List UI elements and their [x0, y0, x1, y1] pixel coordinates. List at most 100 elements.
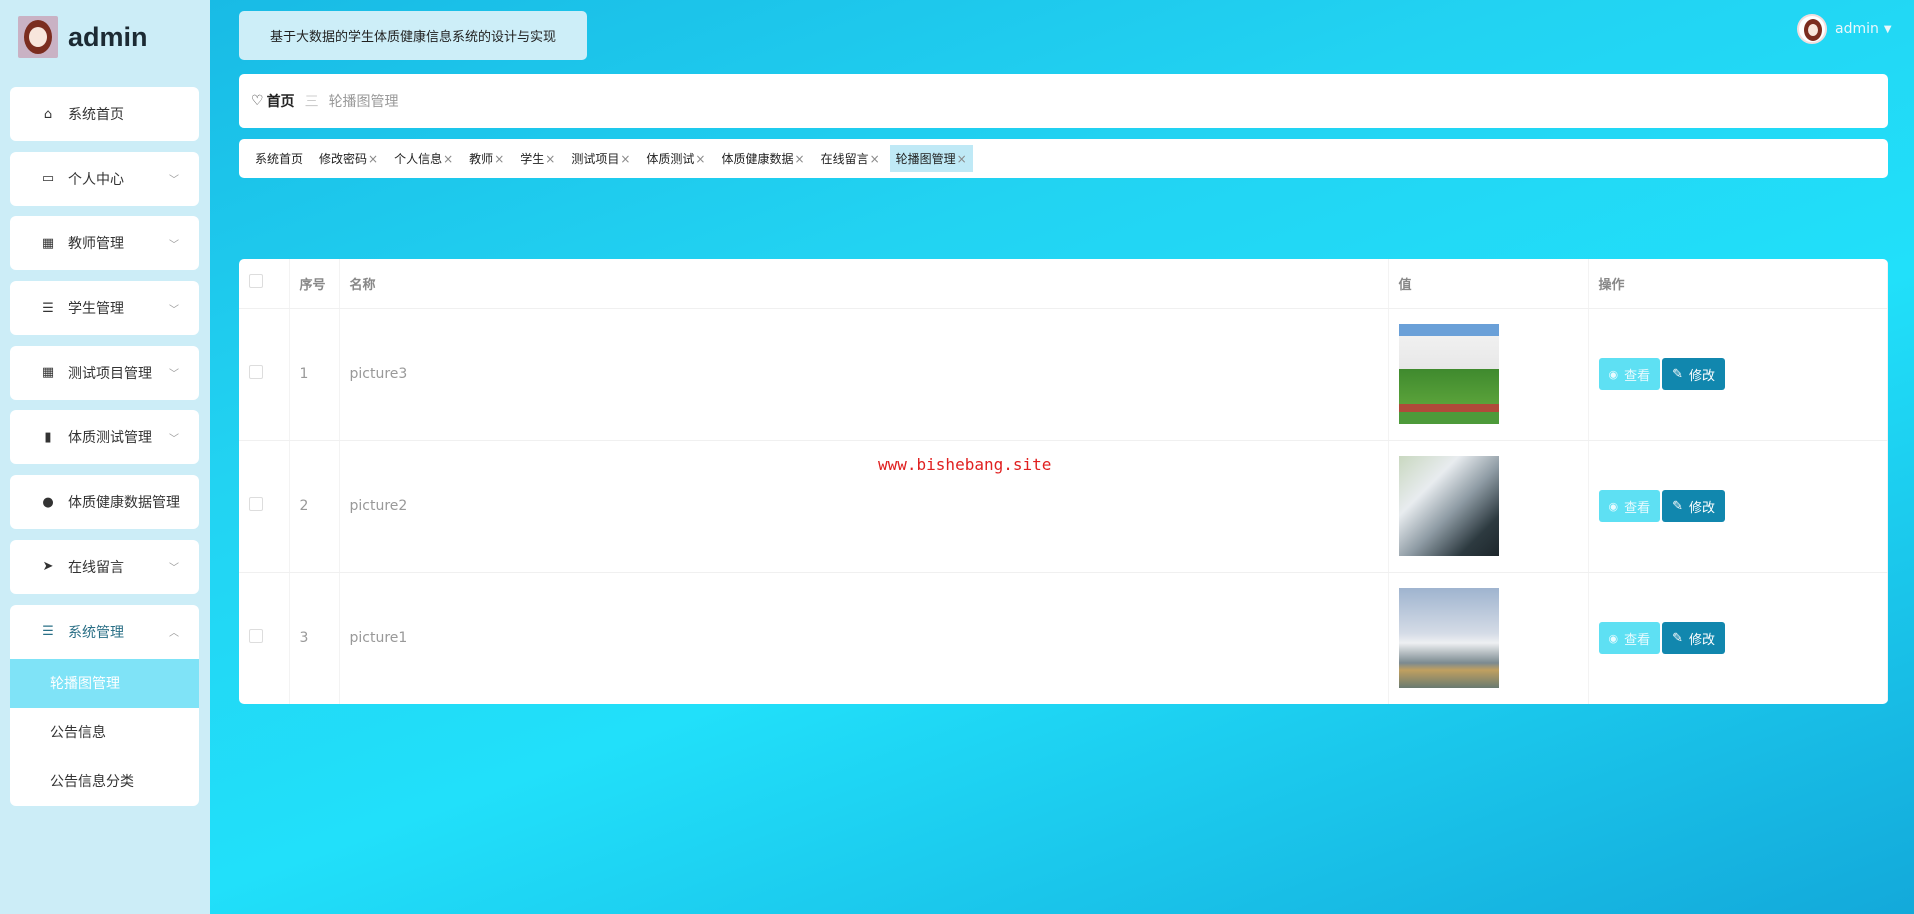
value-cell	[1388, 308, 1589, 441]
pencil-icon: ✎	[1672, 498, 1684, 514]
close-icon[interactable]: ×	[870, 152, 880, 166]
eye-icon: ◉	[1608, 367, 1619, 381]
chevron-down-icon: ﹀	[169, 433, 179, 445]
edit-button[interactable]: ✎ 修改	[1662, 622, 1726, 654]
tab-messages[interactable]: 在线留言×	[815, 145, 886, 172]
chevron-down-icon: ﹀	[169, 239, 179, 251]
sidebar-item-test-items[interactable]: ▦ 测试项目管理 ﹀	[10, 345, 199, 400]
sidebar-item-system[interactable]: ☰ 系统管理 ︿	[10, 604, 199, 659]
breadcrumb-separator: 三	[304, 94, 319, 110]
sidebar-item-health-data[interactable]: ● 体质健康数据管理	[10, 475, 199, 530]
user-menu[interactable]: admin ▼	[1797, 14, 1892, 44]
chevron-down-icon: ﹀	[169, 369, 179, 381]
actions-cell: ◉ 查看 ✎ 修改	[1588, 440, 1888, 573]
row-checkbox[interactable]	[249, 497, 263, 511]
checkbox-cell	[239, 572, 290, 704]
close-icon[interactable]: ×	[957, 152, 967, 166]
label: 修改	[1689, 500, 1716, 516]
sidebar-item-personal[interactable]: ▭ 个人中心 ﹀	[10, 151, 199, 206]
label: 查看	[1624, 368, 1651, 384]
heart-icon: ♡	[251, 93, 264, 109]
chevron-down-icon: ﹀	[169, 175, 179, 187]
label: 体质测试管理	[68, 430, 152, 447]
close-icon[interactable]: ×	[795, 152, 805, 166]
actions-cell: ◉ 查看 ✎ 修改	[1588, 572, 1888, 704]
close-icon[interactable]: ×	[545, 152, 555, 166]
tab-bar: 系统首页 修改密码× 个人信息× 教师× 学生× 测试项目× 体质测试× 体质健…	[239, 139, 1888, 178]
user-name: admin	[1835, 21, 1879, 37]
label: 个人中心	[68, 171, 124, 188]
value-cell	[1388, 440, 1589, 573]
row-no: 2	[289, 440, 340, 573]
grid-icon: ▦	[41, 235, 55, 251]
tab-label: 系统首页	[255, 152, 304, 166]
tab-student[interactable]: 学生×	[514, 145, 561, 172]
tab-profile[interactable]: 个人信息×	[388, 145, 459, 172]
tab-test-items[interactable]: 测试项目×	[565, 145, 636, 172]
pencil-icon: ✎	[1672, 630, 1684, 646]
avatar	[1797, 14, 1827, 44]
tab-label: 学生	[520, 152, 545, 166]
send-icon: ➤	[42, 559, 54, 575]
breadcrumb-home[interactable]: 首页	[267, 91, 295, 111]
tab-physical-test[interactable]: 体质测试×	[640, 145, 711, 172]
list-icon: ☰	[42, 624, 54, 639]
eye-icon: ◉	[1608, 499, 1619, 513]
close-icon[interactable]: ×	[443, 152, 453, 166]
close-icon[interactable]: ×	[695, 152, 705, 166]
submenu-notice-category[interactable]: 公告信息分类	[10, 757, 199, 806]
sidebar: admin ⌂ 系统首页 ▭ 个人中心 ﹀ ▦ 教师管理 ﹀ ☰ 学生管理 ﹀ ▦ 测试项目管理…	[0, 0, 210, 914]
edit-button[interactable]: ✎ 修改	[1662, 358, 1726, 390]
grid-icon: ▦	[41, 365, 55, 381]
row-checkbox[interactable]	[249, 365, 263, 379]
view-button[interactable]: ◉ 查看	[1598, 490, 1661, 522]
system-title: 基于大数据的学生体质健康信息系统的设计与实现	[239, 11, 587, 60]
view-button[interactable]: ◉ 查看	[1598, 358, 1661, 390]
tab-teacher[interactable]: 教师×	[463, 145, 510, 172]
checkbox-cell	[239, 440, 290, 573]
table-row: 2 picture2 ◉ 查看 ✎ 修改	[239, 440, 1888, 573]
row-name: picture2	[339, 440, 1389, 573]
row-name: picture1	[339, 572, 1389, 704]
sidebar-item-teacher[interactable]: ▦ 教师管理 ﹀	[10, 216, 199, 271]
label: 测试项目管理	[68, 365, 152, 382]
watermark: www.bishebang.site	[878, 455, 1052, 474]
label: 学生管理	[68, 301, 124, 318]
column-header-actions: 操作	[1588, 259, 1888, 309]
row-checkbox[interactable]	[249, 629, 263, 643]
sidebar-menu: ⌂ 系统首页 ▭ 个人中心 ﹀ ▦ 教师管理 ﹀ ☰ 学生管理 ﹀ ▦ 测试项目管理 ﹀ ▮ 体质测…	[10, 87, 199, 806]
close-icon[interactable]: ×	[494, 152, 504, 166]
carousel-table: 序号 名称 值 操作 1 picture3 ◉ 查看 ✎ 修改 2 picture2 …	[239, 259, 1888, 704]
table-row: 1 picture3 ◉ 查看 ✎ 修改	[239, 308, 1888, 441]
view-button[interactable]: ◉ 查看	[1598, 622, 1661, 654]
select-all-checkbox[interactable]	[249, 274, 263, 289]
tab-home[interactable]: 系统首页	[249, 145, 309, 172]
label: 在线留言	[68, 559, 124, 576]
tab-password[interactable]: 修改密码×	[313, 145, 384, 172]
logo: admin	[18, 16, 148, 58]
carousel-image	[1398, 324, 1499, 424]
row-no: 3	[289, 572, 340, 704]
column-header-no: 序号	[289, 259, 340, 309]
label: 系统管理	[68, 624, 124, 641]
sidebar-item-physical-test[interactable]: ▮ 体质测试管理 ﹀	[10, 410, 199, 465]
carousel-table-card: 序号 名称 值 操作 1 picture3 ◉ 查看 ✎ 修改 2 picture2 …	[239, 259, 1888, 704]
list-icon: ☰	[42, 300, 54, 316]
avatar	[18, 16, 58, 58]
sidebar-item-messages[interactable]: ➤ 在线留言 ﹀	[10, 539, 199, 594]
label: 修改	[1689, 632, 1716, 648]
sidebar-item-student[interactable]: ☰ 学生管理 ﹀	[10, 281, 199, 336]
close-icon[interactable]: ×	[620, 152, 630, 166]
column-header-name: 名称	[339, 259, 1389, 309]
submenu-notice[interactable]: 公告信息	[10, 708, 199, 757]
submenu: 轮播图管理 公告信息 公告信息分类	[10, 658, 199, 806]
carousel-image	[1398, 588, 1499, 688]
caret-down-icon: ▼	[1883, 23, 1892, 35]
close-icon[interactable]: ×	[368, 152, 378, 166]
submenu-carousel[interactable]: 轮播图管理	[10, 658, 199, 708]
edit-button[interactable]: ✎ 修改	[1662, 490, 1726, 522]
tab-health-data[interactable]: 体质健康数据×	[715, 145, 810, 172]
username: admin	[68, 21, 148, 52]
sidebar-item-home[interactable]: ⌂ 系统首页	[10, 87, 199, 141]
tab-carousel[interactable]: 轮播图管理×	[889, 145, 973, 172]
